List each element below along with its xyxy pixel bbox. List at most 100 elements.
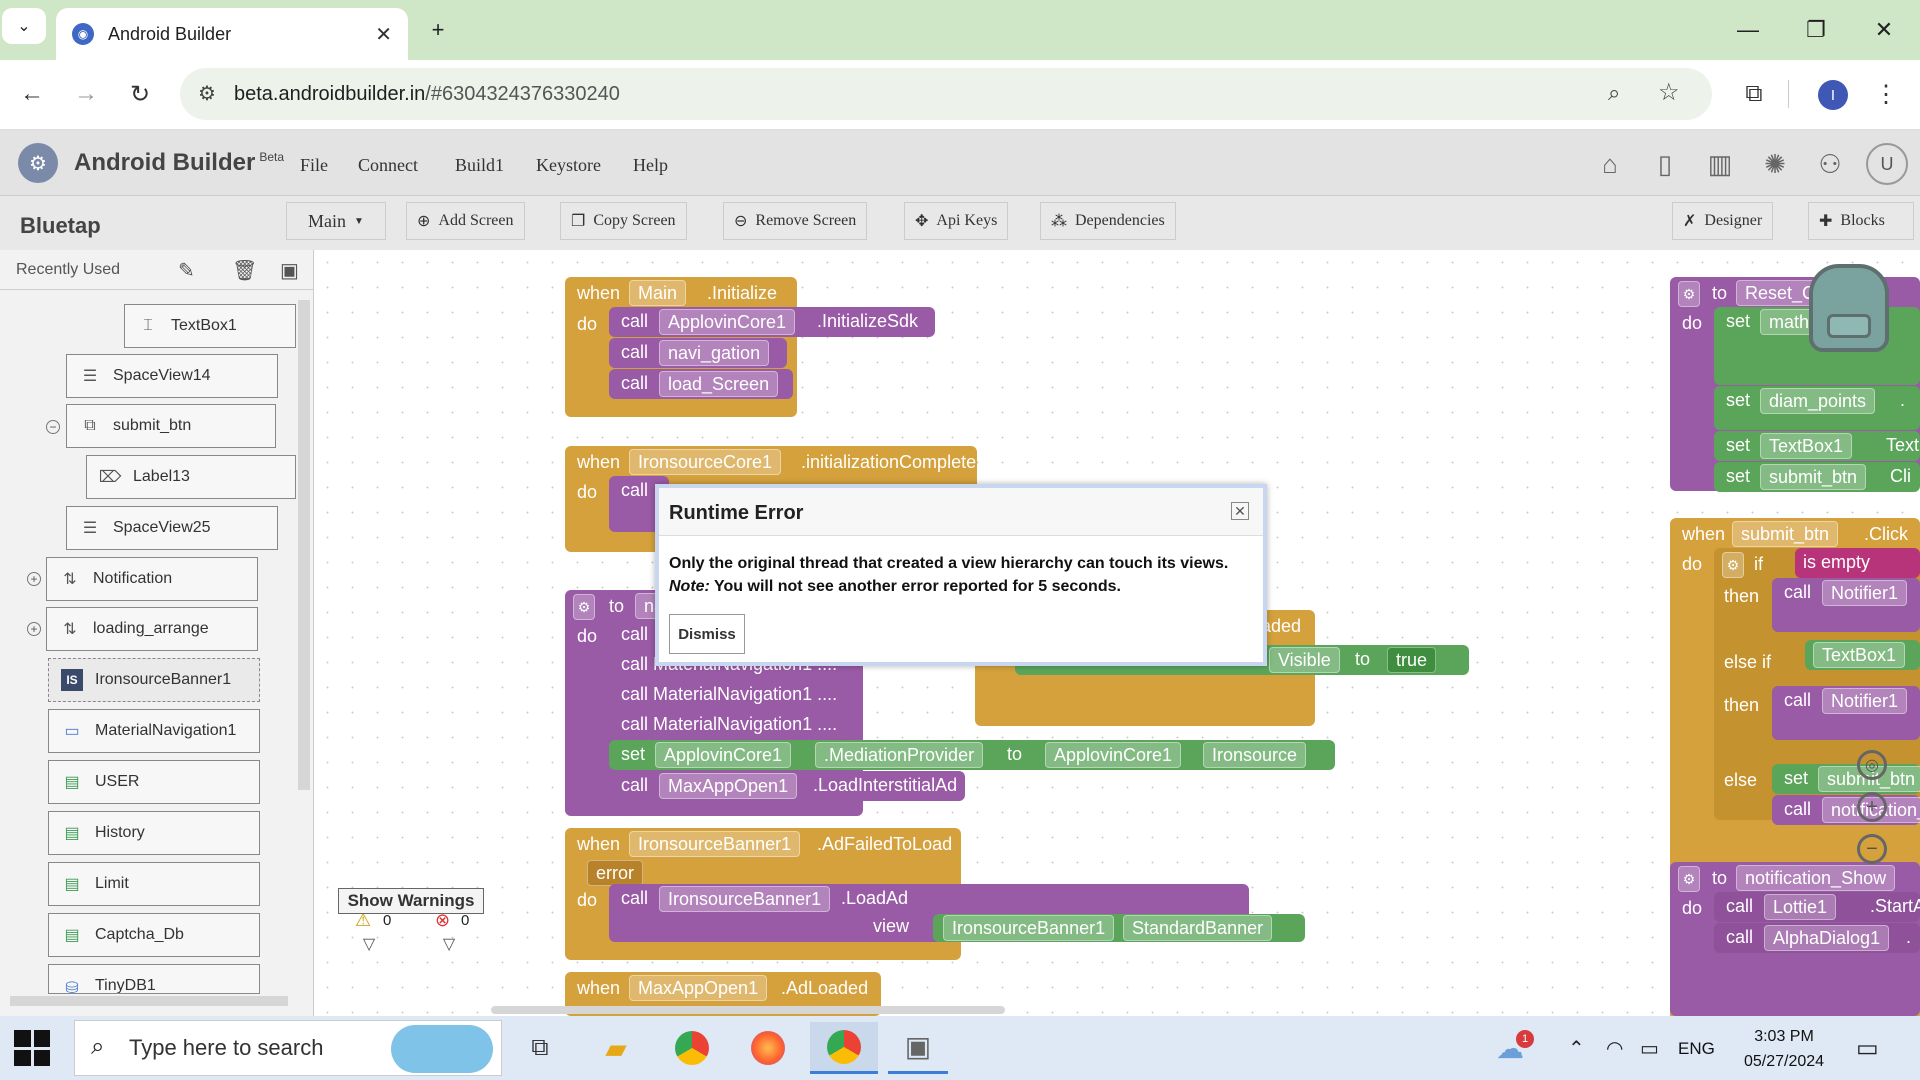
menu-help[interactable]: Help [633,155,668,176]
component-dropdown[interactable]: Lottie1 [1764,894,1837,920]
bug-icon[interactable]: ✺ [1755,144,1795,184]
set-block[interactable]: set submit_btn Cli [1714,462,1920,492]
component-dropdown[interactable]: ApplovinCore1 [655,742,792,768]
component-dropdown[interactable]: IronsourceBanner1 [943,915,1115,941]
palette-item-spaceview25[interactable]: ☰ SpaceView25 [66,506,278,550]
recenter-icon[interactable]: ◎ [1857,750,1887,780]
file-explorer-icon[interactable]: ▰ [586,1022,646,1074]
forward-button[interactable]: → [68,76,104,112]
value-component-dropdown[interactable]: ApplovinCore1 [1045,742,1182,768]
site-info-icon[interactable]: ⚙ [198,81,216,106]
procedure-name-field[interactable]: notification_Show [1736,865,1896,891]
extensions-button[interactable]: ⧉ [1736,76,1772,112]
api-keys-button[interactable]: ✥ Api Keys [904,202,1009,240]
blocks-button[interactable]: ✚ Blocks [1808,202,1914,240]
palette-item-user[interactable]: ▤ USER [48,760,260,804]
app-title[interactable]: Android Builder Beta [74,149,284,177]
textbox-value-block[interactable]: TextBox1 [1805,640,1920,670]
property-dropdown[interactable]: .MediationProvider [815,742,984,768]
palette-h-scrollbar[interactable] [10,996,288,1006]
call-block[interactable]: call MaterialNavigation1 .... [609,710,849,740]
tab-search-button[interactable]: ⌄ [2,8,46,44]
restore-button[interactable]: ❐ [1788,10,1844,50]
set-block[interactable]: set ApplovinCore1 .MediationProvider to … [609,740,1335,770]
value-dropdown[interactable]: StandardBanner [1123,915,1273,941]
value-block[interactable]: IronsourceBanner1 StandardBanner [933,914,1305,942]
component-dropdown[interactable]: submit_btn [1760,464,1867,490]
call-block[interactable]: call load_Screen [609,369,793,399]
property-dropdown[interactable]: Visible [1269,647,1340,673]
call-block[interactable]: call notification_ [1772,795,1920,825]
android-builder-logo-icon[interactable]: ⚙ [18,143,58,183]
address-bar[interactable]: ⚙ beta.androidbuilder.in/#63043243763302… [180,68,1712,120]
set-block[interactable]: set submit_btn [1772,764,1920,794]
component-dropdown[interactable]: Main [629,280,687,306]
new-tab-button[interactable]: + [410,10,466,50]
phone-icon[interactable]: ▯ [1645,144,1685,184]
component-dropdown[interactable]: submit_btn [1732,521,1839,547]
palette-item-notification[interactable]: ⇅ Notification [46,557,258,601]
palette-item-submit-btn[interactable]: ⧉ submit_btn [66,404,276,448]
browser-tab[interactable]: ◉ Android Builder ✕ [56,8,408,60]
close-window-button[interactable]: ✕ [1856,10,1912,50]
workspace-h-scrollbar[interactable] [491,1006,1005,1014]
component-dropdown[interactable]: MaxAppOpen1 [629,975,768,1001]
taskbar-clock[interactable]: 3:03 PM 05/27/2024 [1736,1024,1832,1074]
component-dropdown[interactable]: ApplovinCore1 [659,309,796,335]
add-screen-button[interactable]: ⊕ Add Screen [406,202,525,240]
palette-item-history[interactable]: ▤ History [48,811,260,855]
zoom-icon[interactable]: ⌕ [1608,80,1620,106]
palette-item-label13[interactable]: ⌦ Label13 [86,455,296,499]
palette-scrollbar[interactable] [298,300,310,790]
dialog-close-icon[interactable]: ✕ [1231,502,1249,520]
call-block[interactable]: call Notifier1 [1772,578,1920,632]
call-block[interactable]: call AlphaDialog1 . [1714,923,1920,953]
firefox-icon[interactable] [738,1022,798,1074]
component-dropdown[interactable]: TextBox1 [1813,642,1906,668]
palette-item-loading-arrange[interactable]: ⇅ loading_arrange [46,607,258,651]
chrome-active-icon[interactable] [810,1022,878,1074]
call-block[interactable]: call Notifier1 [1772,686,1920,740]
palette-item-materialnavigation1[interactable]: ▭ MaterialNavigation1 [48,709,260,753]
user-avatar[interactable]: U [1866,143,1908,185]
menu-connect[interactable]: Connect [358,155,418,176]
book-icon[interactable]: ▥ [1700,144,1740,184]
close-tab-icon[interactable]: ✕ [375,22,392,47]
designer-button[interactable]: ✗ Designer [1672,202,1774,240]
zoom-in-icon[interactable]: + [1857,792,1887,822]
chevron-up-icon[interactable]: ⌃ [1568,1036,1585,1061]
language-indicator[interactable]: ENG [1678,1039,1715,1059]
menu-keystore[interactable]: Keystore [536,155,601,176]
reload-button[interactable]: ↻ [122,76,158,112]
gear-icon[interactable]: ⚙ [573,594,595,620]
remove-screen-button[interactable]: ⊖ Remove Screen [723,202,868,240]
menu-file[interactable]: File [300,155,328,176]
component-dropdown[interactable]: diam_points [1760,388,1876,414]
procedure-dropdown[interactable]: navi_gation [659,340,770,366]
call-block[interactable]: call ApplovinCore1 .InitializeSdk [609,307,935,337]
set-block[interactable]: set diam_points . [1714,386,1920,430]
show-warnings-button[interactable]: Show Warnings [338,888,484,914]
copy-screen-button[interactable]: ❐ Copy Screen [560,202,687,240]
browser-menu-button[interactable]: ⋮ [1868,76,1904,112]
gallery-icon[interactable]: ▣ [280,258,299,283]
procedure-dropdown[interactable]: load_Screen [659,371,779,397]
zoom-out-icon[interactable]: − [1857,834,1887,864]
set-block[interactable]: set TextBox1 Text [1714,431,1920,461]
edit-pencil-icon[interactable]: ✎ [178,258,195,283]
call-block[interactable]: call navi_gation [609,338,787,368]
back-button[interactable]: ← [14,76,50,112]
gear-icon[interactable]: ⚙ [1722,552,1744,578]
collapse-toggle[interactable]: − [46,420,60,434]
backpack-icon[interactable] [1809,264,1889,352]
palette-item-limit[interactable]: ▤ Limit [48,862,260,906]
profile-avatar[interactable]: I [1818,80,1848,110]
boolean-dropdown[interactable]: true [1387,647,1437,673]
gear-icon[interactable]: ⚙ [1678,281,1700,307]
component-dropdown[interactable]: IronsourceBanner1 [629,831,801,857]
call-block[interactable]: call MaxAppOpen1 .LoadInterstitialAd [609,771,965,801]
action-center-icon[interactable]: ▭ [1856,1034,1879,1063]
component-dropdown[interactable]: MaxAppOpen1 [659,773,798,799]
gear-icon[interactable]: ⚙ [1678,866,1700,892]
is-empty-block[interactable]: is empty [1795,548,1920,578]
